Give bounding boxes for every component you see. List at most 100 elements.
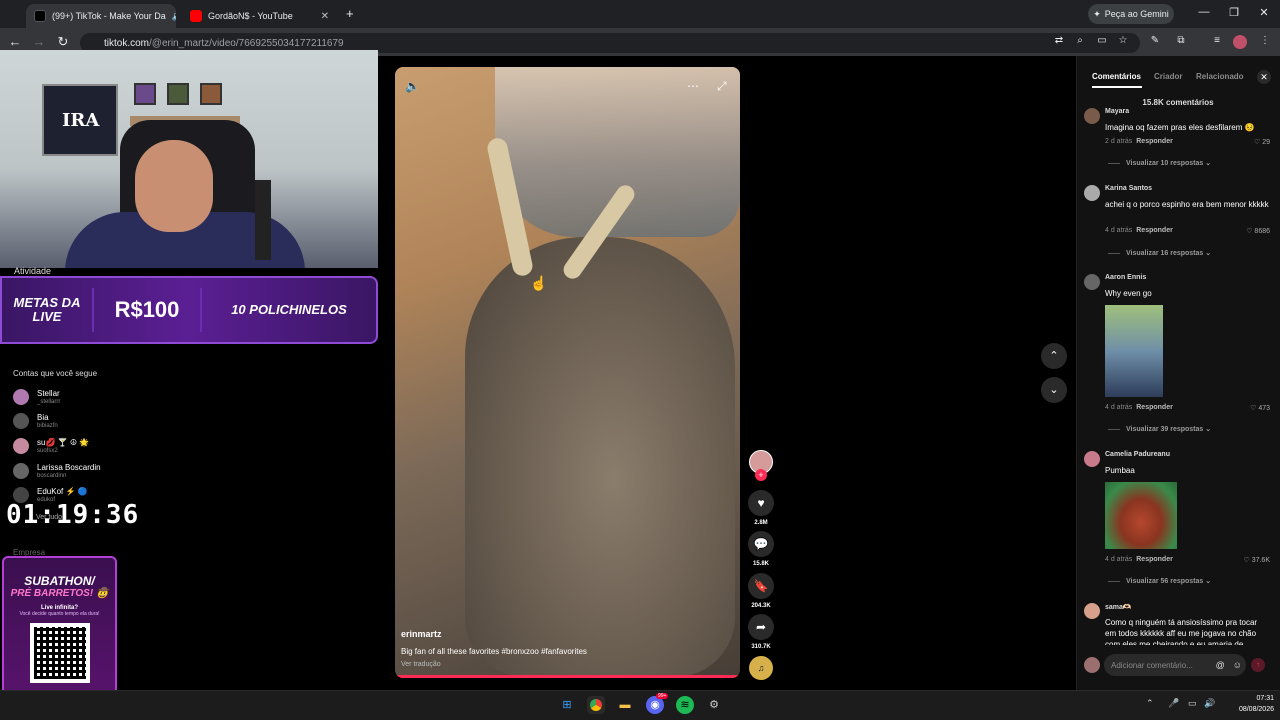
comment-likes[interactable]: ♡ 8686 [1246,227,1270,235]
tab-tiktok[interactable]: (99+) TikTok - Make Your Da 🔊 ✕ [26,4,176,28]
chevron-down-icon: ⌄ [1049,384,1059,396]
maximize-icon[interactable]: ❐ [1224,6,1244,19]
comment-input[interactable]: Adicionar comentário... @ ☺ [1104,654,1246,676]
comment-likes[interactable]: ♡ 473 [1250,404,1270,412]
view-replies-link[interactable]: Visualizar 56 respostas ⌄ [1108,577,1211,585]
like-count: 37.6K [1251,557,1270,564]
system-clock[interactable]: 07:31 08/08/2026 [1222,693,1274,715]
steam-icon[interactable]: ⚙ [705,696,723,714]
following-item[interactable]: Stellar _stellarrr [13,386,60,408]
comment-meta: 2 d atrás Responder [1105,138,1173,145]
avatar[interactable] [1084,603,1100,619]
minimize-icon[interactable]: — [1194,6,1214,18]
tab-creator[interactable]: Criador [1154,72,1182,81]
share-button[interactable]: ➦ 310.7K [748,614,774,650]
reload-icon[interactable]: ↻ [55,34,71,50]
follow-plus-icon[interactable]: + [755,469,767,481]
video-progress-bar[interactable] [395,675,740,678]
comment-time: 2 d atrás [1105,138,1133,145]
more-options-icon[interactable]: ⋯ [687,79,699,93]
reply-button[interactable]: Responder [1136,556,1173,563]
subathon-timer: 01:19:36 [6,500,140,530]
avatar[interactable] [1084,451,1100,467]
comment-image-photo[interactable] [1105,305,1163,397]
volume-icon[interactable]: 🔊 [1204,698,1215,709]
avatar[interactable] [1084,274,1100,290]
back-icon[interactable]: ← [7,34,23,49]
avatar[interactable] [1084,185,1100,201]
like-count: 473 [1258,405,1270,412]
comment-time: 4 d atrás [1105,556,1133,563]
following-item[interactable]: Bia bibiazfn [13,410,58,432]
comment-author[interactable]: Camelia Padureanu [1105,451,1170,458]
tab-comments[interactable]: Comentários [1092,72,1141,81]
clock-date: 08/08/2026 [1238,706,1274,713]
view-replies-link[interactable]: Visualizar 39 respostas ⌄ [1108,425,1211,433]
video-author[interactable]: erinmartz [401,629,442,639]
reading-list-icon[interactable]: ≡ [1210,35,1224,46]
mute-icon[interactable]: 🔈 [405,79,420,93]
bookmark-star-icon[interactable]: ☆ [1116,35,1130,46]
video-player[interactable]: 🔈 ⋯ ⤢ erinmartz Big fan of all these fav… [395,67,740,678]
sound-disc-icon[interactable]: ♫ [749,656,773,680]
send-comment-button[interactable]: ↑ [1251,658,1265,672]
comment-author[interactable]: sama🫶🏻 [1105,603,1132,611]
menu-dots-icon[interactable]: ⋮ [1258,35,1272,46]
tab-related[interactable]: Relacionado [1196,72,1244,81]
following-name: Bia [37,412,49,422]
comment-item: Aaron Ennis Why even go 4 d atrás Respond… [1084,274,1270,444]
chrome-icon[interactable] [587,696,605,714]
extension-pen-icon[interactable]: ✎ [1148,35,1162,46]
forward-icon[interactable]: → [31,34,47,49]
comment-button[interactable]: 💬 15.8K [748,531,774,567]
file-explorer-icon[interactable]: ▬ [616,696,634,714]
tray-expand-icon[interactable]: ⌃ [1146,698,1154,709]
comment-likes[interactable]: ♡ 29 [1254,138,1270,146]
close-window-icon[interactable]: ✕ [1254,6,1274,19]
reply-button[interactable]: Responder [1136,404,1173,411]
mention-icon[interactable]: @ [1216,660,1225,670]
cast-icon[interactable]: ▭ [1095,35,1109,46]
bookmark-button[interactable]: 🔖 204.3K [748,573,774,609]
windows-start-icon[interactable]: ⊞ [558,696,576,714]
goals-target: 10 POLICHINELOS [231,302,347,317]
emoji-icon[interactable]: ☺ [1233,660,1242,670]
extensions-icon[interactable]: ⧉ [1174,35,1188,46]
next-video-button[interactable]: ⌄ [1041,377,1067,403]
spotify-icon[interactable]: ≋ [676,696,694,714]
following-title: Contas que você segue [13,369,98,378]
microphone-icon[interactable]: 🎤 [1168,698,1179,709]
bookmark-icon: 🔖 [748,573,774,599]
comment-meta: 4 d atrás Responder [1105,227,1173,234]
comment-image-sticker[interactable] [1105,482,1177,549]
view-replies-link[interactable]: Visualizar 16 respostas ⌄ [1108,249,1211,257]
comment-time: 4 d atrás [1105,404,1133,411]
translate-link[interactable]: Ver tradução [401,661,441,668]
avatar[interactable] [1084,108,1100,124]
following-item[interactable]: su💋 🍸 ☮ 🌟 suofsx2 [13,435,89,457]
fullscreen-icon[interactable]: ⤢ [717,79,727,94]
close-tab-icon[interactable]: ✕ [321,11,329,22]
active-tab-indicator [1092,86,1142,88]
following-item[interactable]: Larissa Boscardin boscardinn [13,460,101,482]
gemini-button[interactable]: ✦ Peça ao Gemini [1088,4,1174,24]
zoom-icon[interactable]: ⌕ [1073,35,1087,46]
like-button[interactable]: ♥ 2.8M [748,490,774,526]
comment-author[interactable]: Aaron Ennis [1105,274,1146,281]
reply-button[interactable]: Responder [1136,138,1173,145]
translate-icon[interactable]: ⇄ [1052,35,1066,46]
comment-author[interactable]: Karina Santos [1105,185,1152,192]
speaker [255,180,271,260]
network-icon[interactable]: ▭ [1188,698,1197,709]
reply-button[interactable]: Responder [1136,227,1173,234]
comment-author[interactable]: Mayara [1105,108,1129,115]
qr-code [29,623,90,683]
previous-video-button[interactable]: ⌃ [1041,343,1067,369]
new-tab-button[interactable]: + [346,6,354,21]
profile-avatar[interactable] [1233,35,1247,49]
close-panel-icon[interactable]: ✕ [1257,70,1271,84]
activity-label: Atividade [14,266,52,276]
comment-likes[interactable]: ♡ 37.6K [1243,556,1270,564]
view-replies-link[interactable]: Visualizar 10 respostas ⌄ [1108,159,1211,167]
tab-youtube[interactable]: GordãoN$ - YouTube ✕ [182,4,337,28]
